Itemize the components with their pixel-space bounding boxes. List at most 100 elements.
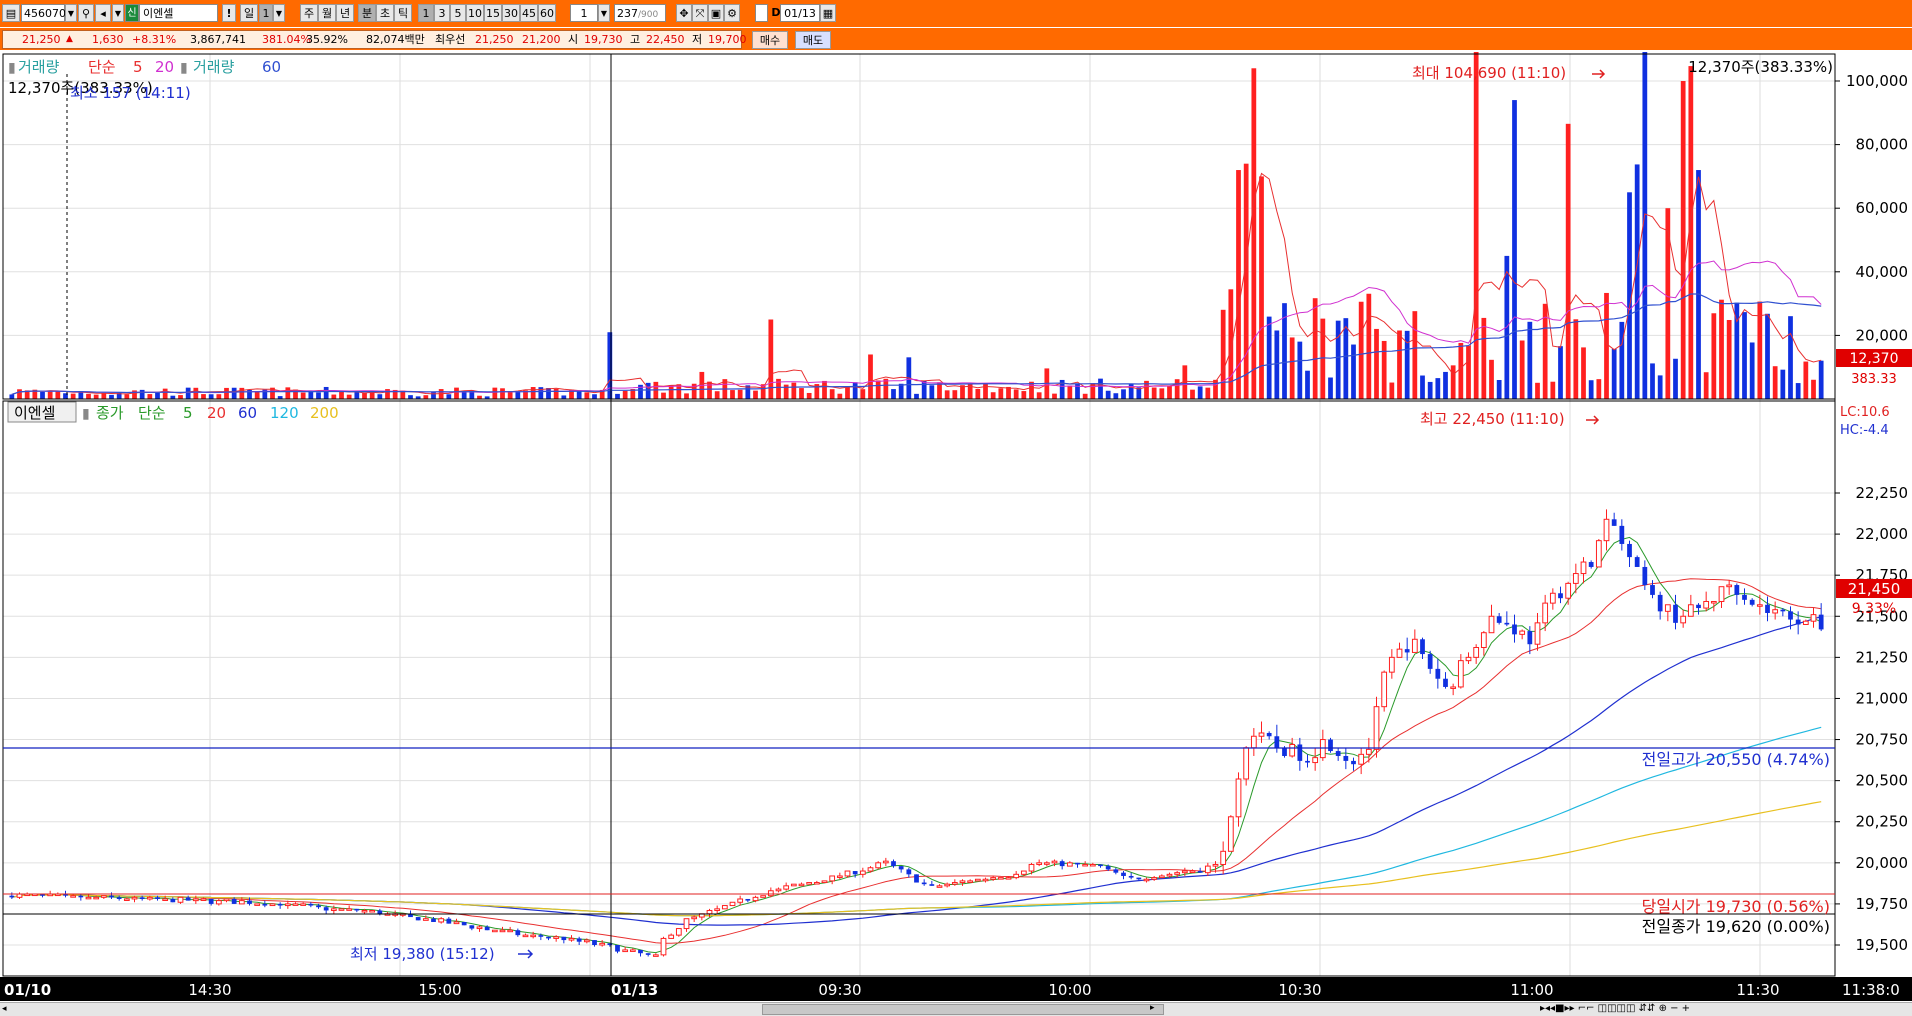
x-axis-label: 09:30 xyxy=(818,981,861,999)
minute-30[interactable]: 30 xyxy=(502,4,520,22)
candle-body xyxy=(316,905,321,908)
volume-bar xyxy=(423,395,429,399)
chart-area[interactable]: ▮ 거래량 단순 5 20 ▮ 거래량 60 12,370주(383.33%) … xyxy=(0,42,1912,1002)
volume-bar xyxy=(1151,387,1157,399)
volume-bar xyxy=(231,387,237,399)
volume-bar xyxy=(93,394,99,399)
candle-body xyxy=(262,903,268,906)
volume-bar xyxy=(285,387,291,399)
candle-body xyxy=(1534,622,1541,645)
candle-body xyxy=(1742,594,1747,600)
candle-body xyxy=(767,890,774,897)
zoom-icon[interactable]: ⤧ xyxy=(692,4,708,22)
volume-bar xyxy=(898,383,904,399)
candle-body xyxy=(668,934,675,939)
volume-bar xyxy=(1052,393,1057,399)
total-volume: 3,867,741 xyxy=(190,33,246,46)
period-minute[interactable]: 분 xyxy=(358,4,376,22)
candle-body xyxy=(431,918,436,922)
layout-icon[interactable]: ▤ xyxy=(2,4,20,22)
settings-icon[interactable]: ⚙ xyxy=(724,4,740,22)
candle-body xyxy=(247,900,252,904)
candle-body xyxy=(1527,631,1533,645)
price-legend-bar: ▮ xyxy=(82,406,90,422)
chart-svg[interactable]: ▮ 거래량 단순 5 20 ▮ 거래량 60 12,370주(383.33%) … xyxy=(0,42,1912,1002)
candle-body xyxy=(1158,875,1165,879)
date-input[interactable]: 01/13 xyxy=(780,4,820,22)
date-checkbox[interactable] xyxy=(755,4,768,22)
period-dropdown-icon[interactable]: ▼ xyxy=(273,4,285,22)
candle-body xyxy=(959,880,966,884)
speaker-icon[interactable]: ◂ xyxy=(95,4,111,22)
search-icon[interactable]: ⚲ xyxy=(78,4,94,22)
candle-body xyxy=(1098,864,1103,867)
scroll-thumb[interactable] xyxy=(762,1004,1164,1015)
volume-legend-bar2: ▮ xyxy=(180,60,188,76)
lc-label: LC:10.6 xyxy=(1840,405,1890,420)
candle-body xyxy=(891,861,896,867)
volume-bar xyxy=(1389,382,1395,399)
candle-body xyxy=(1802,620,1809,625)
code-dropdown-icon[interactable]: ▼ xyxy=(65,4,77,22)
stock-name-field[interactable]: 이엔셀 xyxy=(139,4,218,22)
minute-60[interactable]: 60 xyxy=(538,4,556,22)
candle-body xyxy=(300,903,307,906)
period-tick[interactable]: 틱 xyxy=(394,4,412,22)
minute-count-input[interactable]: 1 xyxy=(570,4,598,22)
candle-body xyxy=(1388,656,1395,673)
minute-1[interactable]: 1 xyxy=(418,4,434,22)
volume-bar xyxy=(147,394,153,399)
candle-body xyxy=(100,895,107,898)
x-axis-label: 01/10 xyxy=(4,981,51,999)
volume-bar xyxy=(1366,293,1372,399)
bar-count-field[interactable]: 237/900 xyxy=(614,4,666,22)
minute-3[interactable]: 3 xyxy=(434,4,450,22)
period-day[interactable]: 일 xyxy=(240,4,258,22)
minute-45[interactable]: 45 xyxy=(520,4,538,22)
calendar-icon[interactable]: ▦ xyxy=(820,4,836,22)
candle-body xyxy=(453,921,460,925)
volume-legend-ma60: 60 xyxy=(262,58,281,76)
count-dropdown-icon[interactable]: ▼ xyxy=(598,4,610,22)
candle-body xyxy=(714,908,721,911)
crosshair-icon[interactable]: ✥ xyxy=(676,4,692,22)
open-price: 19,730 xyxy=(584,33,623,46)
chart-nav-icons[interactable]: ▸◂◂■▸▸ ⌐⌐ ◫◫◫◫ ⇵⇵ ⊕ − + xyxy=(1540,1003,1912,1015)
candle-body xyxy=(1066,862,1073,867)
price-axis-label: 20,250 xyxy=(1856,813,1909,831)
save-icon[interactable]: ▣ xyxy=(708,4,724,22)
candle-body xyxy=(553,936,560,939)
candle-body xyxy=(208,898,214,904)
speaker-dropdown-icon[interactable]: ▼ xyxy=(112,4,124,22)
candle-body xyxy=(1443,678,1448,687)
candle-body xyxy=(1305,760,1310,763)
buy-button[interactable]: 매수 xyxy=(752,31,788,49)
period-second[interactable]: 초 xyxy=(376,4,394,22)
scroll-right-icon[interactable]: ▸ xyxy=(1150,1003,1162,1013)
minute-15[interactable]: 15 xyxy=(484,4,502,22)
candle-body xyxy=(990,877,997,880)
volume-bar xyxy=(615,393,620,399)
volume-bar xyxy=(216,394,222,399)
horizontal-scrollbar[interactable]: ◂ ▸ ▸◂◂■▸▸ ⌐⌐ ◫◫◫◫ ⇵⇵ ⊕ − + xyxy=(0,1002,1912,1016)
candle-body xyxy=(238,900,245,905)
candle-body xyxy=(568,937,575,941)
period-month[interactable]: 월 xyxy=(318,4,336,22)
candle-body xyxy=(638,949,643,954)
period-year[interactable]: 년 xyxy=(336,4,354,22)
candle-body xyxy=(1810,614,1817,622)
stock-code-input[interactable]: 456070 xyxy=(21,4,66,22)
minute-5[interactable]: 5 xyxy=(450,4,466,22)
period-week[interactable]: 주 xyxy=(300,4,318,22)
alert-button[interactable]: ! xyxy=(222,4,236,22)
candle-body xyxy=(1703,600,1710,609)
volume-bar xyxy=(1581,347,1586,399)
scroll-left-icon[interactable]: ◂ xyxy=(2,1004,12,1014)
volume-bar xyxy=(1435,378,1441,399)
minute-10[interactable]: 10 xyxy=(466,4,484,22)
candle-body xyxy=(1089,863,1096,867)
period-day-count[interactable]: 1 xyxy=(259,4,273,22)
sell-button[interactable]: 매도 xyxy=(795,31,831,49)
candle-body xyxy=(1028,863,1035,872)
candle-body xyxy=(530,934,537,938)
